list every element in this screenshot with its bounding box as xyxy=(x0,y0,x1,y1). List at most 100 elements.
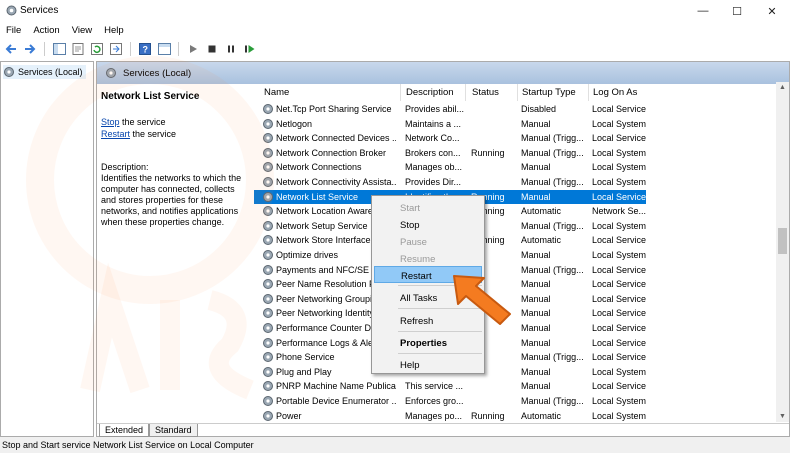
column-header-status[interactable]: Status xyxy=(472,87,499,98)
scroll-up-arrow-icon[interactable]: ▲ xyxy=(779,84,786,91)
table-row[interactable]: Network Connections Manages ob... Manual Lo… xyxy=(254,160,646,175)
context-menu-help[interactable]: Help xyxy=(374,356,482,373)
cell-startup: Manual xyxy=(521,118,551,129)
toolbar-separator xyxy=(44,42,45,56)
table-row[interactable]: Network Connection Broker Brokers con... R… xyxy=(254,146,646,161)
table-row[interactable]: Power Manages po... Running Automatic Local … xyxy=(254,409,646,424)
properties-sheet-icon[interactable] xyxy=(70,41,86,57)
stop-service-icon[interactable] xyxy=(204,41,220,57)
context-menu-pause[interactable]: Pause xyxy=(374,233,482,250)
pause-service-icon[interactable] xyxy=(223,41,239,57)
service-gear-icon xyxy=(263,293,273,304)
svg-text:?: ? xyxy=(143,45,149,55)
menu-help[interactable]: Help xyxy=(98,22,130,39)
scrollbar-thumb[interactable] xyxy=(778,228,787,254)
cell-logon: Local System xyxy=(592,147,646,158)
cell-logon: Local Service xyxy=(592,279,646,290)
cell-status: Running xyxy=(471,147,505,158)
tree-item-services-local[interactable]: Services (Local) xyxy=(3,65,86,79)
cell-logon: Local Service xyxy=(592,293,646,304)
cell-description: Maintains a ... xyxy=(405,118,462,129)
tab-standard[interactable]: Standard xyxy=(149,424,198,437)
cell-startup: Manual (Trigg... xyxy=(521,352,584,363)
context-menu-start[interactable]: Start xyxy=(374,199,482,216)
cell-logon: Network Se... xyxy=(592,206,646,217)
menu-file[interactable]: File xyxy=(0,22,27,39)
service-gear-icon xyxy=(263,279,273,290)
column-divider[interactable] xyxy=(400,84,401,101)
minimize-button[interactable]: — xyxy=(686,0,720,22)
service-gear-icon xyxy=(263,410,273,421)
cell-name: PNRP Machine Name Publica... xyxy=(276,381,396,392)
cell-logon: Local Service xyxy=(592,264,646,275)
cell-logon: Local Service xyxy=(592,133,646,144)
service-gear-icon xyxy=(263,250,273,260)
restart-service-link[interactable]: Restart xyxy=(101,129,130,139)
stop-service-link[interactable]: Stop xyxy=(101,117,120,127)
column-header-name[interactable]: Name xyxy=(264,87,289,98)
restart-service-icon[interactable] xyxy=(242,41,258,57)
service-action-links: Stop the service Restart the service xyxy=(101,116,249,140)
menu-action[interactable]: Action xyxy=(27,22,65,39)
service-gear-icon xyxy=(263,177,273,187)
cell-description: Brokers con... xyxy=(405,147,461,158)
cell-name: Network Connected Devices ... xyxy=(276,133,396,144)
cell-startup: Manual xyxy=(521,366,551,377)
cell-logon: Local Service xyxy=(592,352,646,363)
export-list-icon[interactable] xyxy=(108,41,124,57)
table-row[interactable]: Net.Tcp Port Sharing Service Provides abi… xyxy=(254,102,646,117)
service-gear-icon xyxy=(263,206,273,217)
refresh-icon[interactable] xyxy=(89,41,105,57)
context-menu-separator xyxy=(398,353,482,354)
cell-status: Running xyxy=(471,410,505,421)
cell-startup: Automatic xyxy=(521,235,562,246)
tab-extended[interactable]: Extended xyxy=(99,424,150,437)
service-gear-icon xyxy=(263,162,273,173)
context-menu-separator xyxy=(398,331,482,332)
help-icon[interactable]: ? xyxy=(137,41,153,57)
service-gear-icon xyxy=(263,147,273,158)
context-menu-stop[interactable]: Stop xyxy=(374,216,482,233)
cell-logon: Local Service xyxy=(592,337,646,348)
view-tabs: Extended Standard xyxy=(97,423,789,437)
column-header-log-on-as[interactable]: Log On As xyxy=(593,87,637,98)
show-action-pane-icon[interactable] xyxy=(156,41,172,57)
cell-description: This service ... xyxy=(405,381,464,392)
cell-name: Network Connectivity Assista... xyxy=(276,177,396,187)
cell-startup: Manual xyxy=(521,293,551,304)
cell-description: Manages ob... xyxy=(405,162,463,173)
context-menu-properties[interactable]: Properties xyxy=(374,334,482,351)
scroll-down-arrow-icon[interactable]: ▼ xyxy=(779,413,786,420)
service-gear-icon xyxy=(263,337,273,348)
cell-logon: Local Service xyxy=(592,191,646,202)
show-tree-icon[interactable] xyxy=(51,41,67,57)
cell-logon: Local System xyxy=(592,396,646,406)
table-row[interactable]: Portable Device Enumerator ... Enforces g… xyxy=(254,394,646,409)
cell-logon: Local System xyxy=(592,177,646,187)
table-row[interactable]: Netlogon Maintains a ... Manual Local Syste… xyxy=(254,117,646,132)
cell-startup: Manual xyxy=(521,162,551,173)
forward-arrow-icon[interactable] xyxy=(22,41,38,57)
table-row[interactable]: Network Connected Devices ... Network Co.… xyxy=(254,131,646,146)
services-list: Name Description Status Startup Type Log… xyxy=(254,74,790,423)
cell-description: Manages po... xyxy=(405,410,463,421)
column-divider[interactable] xyxy=(517,84,518,101)
close-button[interactable]: ✕ xyxy=(755,0,789,22)
column-header-startup-type[interactable]: Startup Type xyxy=(522,87,576,98)
column-divider[interactable] xyxy=(588,84,589,101)
menu-view[interactable]: View xyxy=(66,22,98,39)
column-header-description[interactable]: Description xyxy=(406,87,454,98)
column-divider[interactable] xyxy=(465,84,466,101)
start-service-icon[interactable] xyxy=(185,41,201,57)
cell-description: Provides abil... xyxy=(405,104,465,114)
table-row[interactable]: Network Connectivity Assista... Provides … xyxy=(254,175,646,190)
maximize-button[interactable]: ☐ xyxy=(720,0,754,22)
status-bar: Stop and Start service Network List Serv… xyxy=(0,437,790,453)
console-tree: Services (Local) xyxy=(0,61,94,437)
context-menu-resume[interactable]: Resume xyxy=(374,250,482,267)
table-row[interactable]: PNRP Machine Name Publica... This service… xyxy=(254,379,646,394)
back-arrow-icon[interactable] xyxy=(3,41,19,57)
vertical-scrollbar[interactable]: ▲ ▼ xyxy=(776,82,789,422)
cell-description: Enforces gro... xyxy=(405,396,464,406)
cell-logon: Local Service xyxy=(592,235,646,246)
